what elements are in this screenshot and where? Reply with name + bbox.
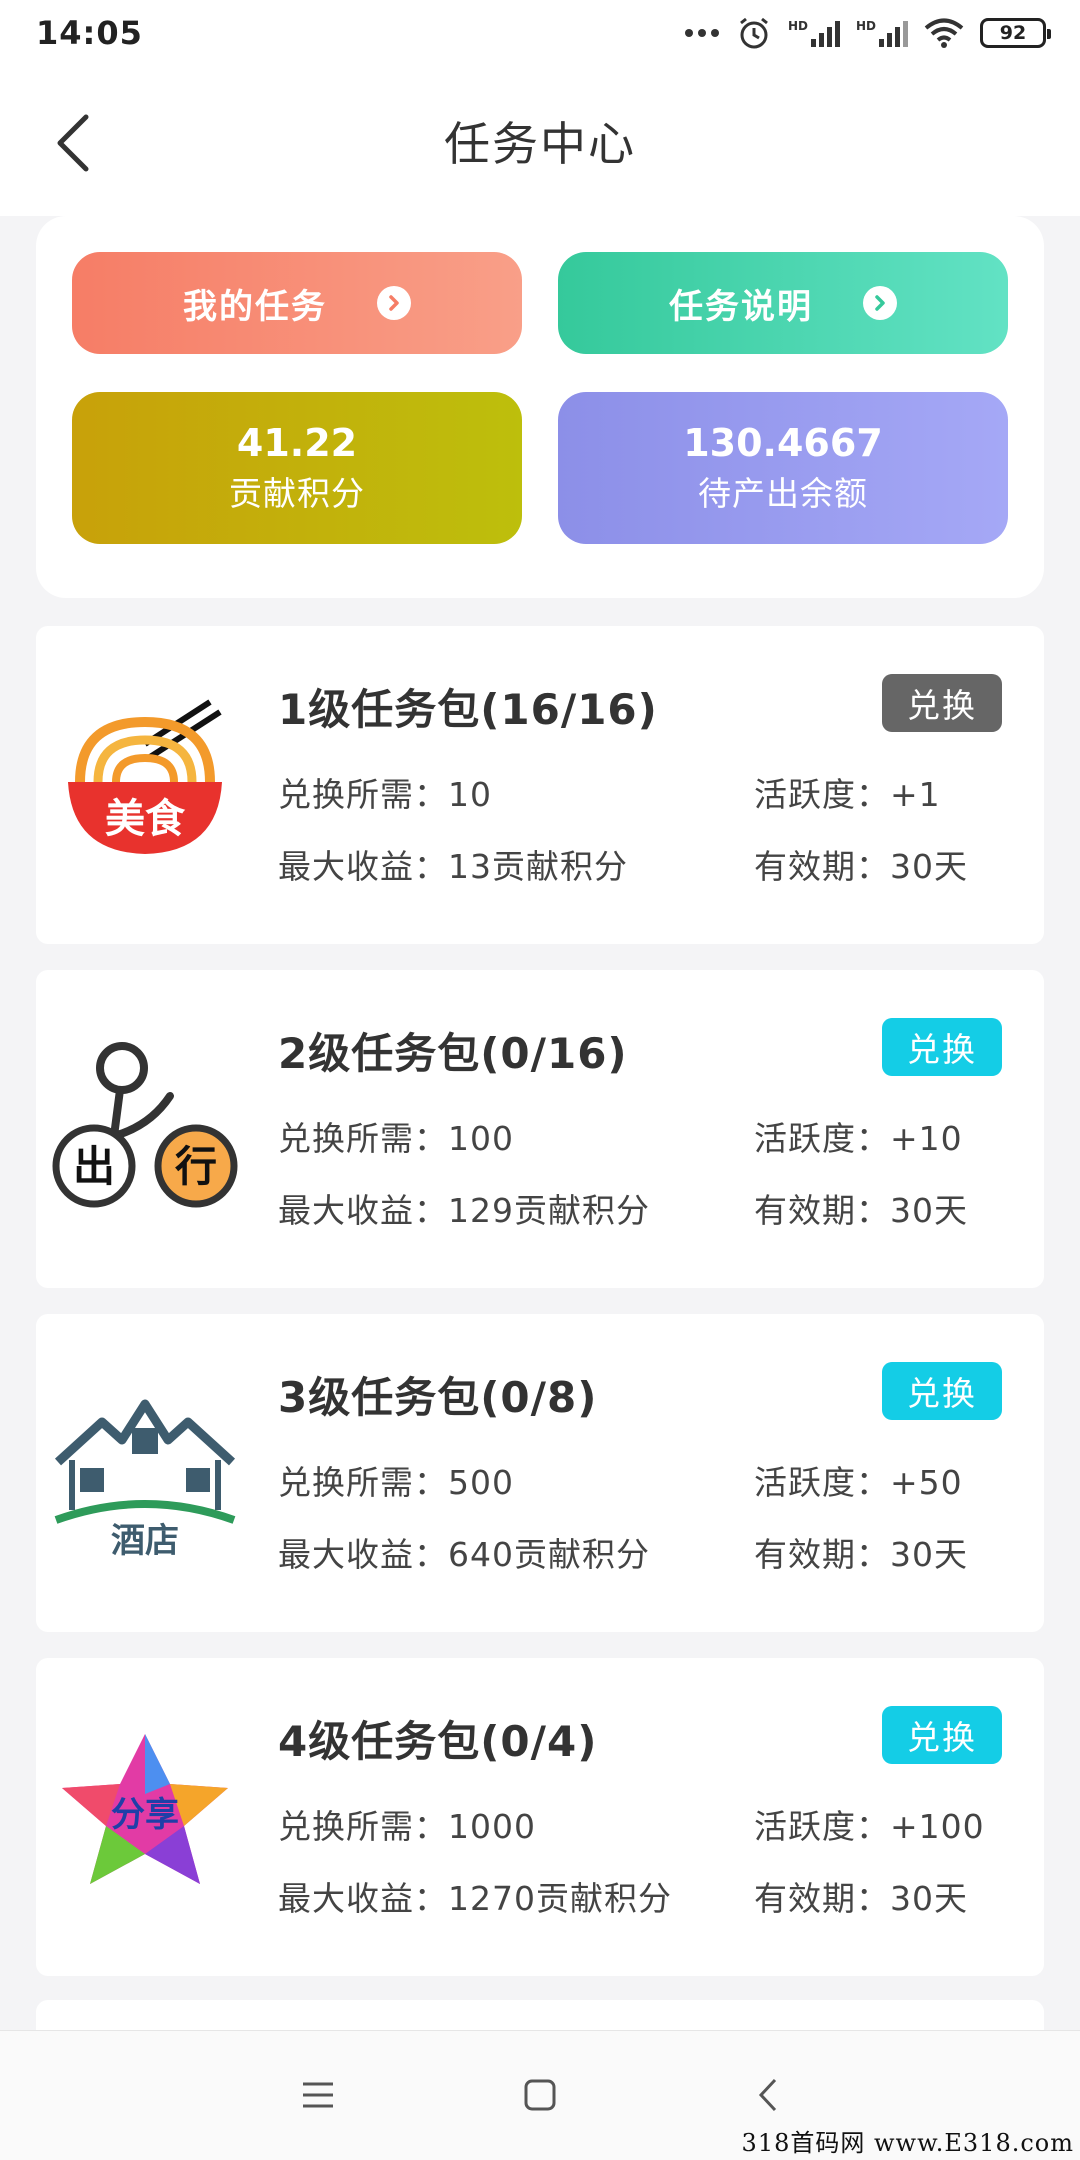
- contribution-points-card[interactable]: 41.22 贡献积分: [72, 392, 522, 544]
- alarm-icon: [740, 17, 768, 49]
- wifi-icon: [924, 18, 964, 48]
- task-explain-button[interactable]: 任务说明: [558, 252, 1008, 354]
- validity-period: 有效期：30天: [754, 1191, 968, 1230]
- validity-period: 有效期：30天: [754, 1879, 968, 1918]
- hotel-logo-text: 酒店: [111, 1521, 179, 1560]
- home-button[interactable]: [510, 2065, 570, 2125]
- task-card-level-2: 出 行 2级任务包(0/16) 兑换 兑换所需：100 活跃度：+10 最大收益…: [36, 970, 1044, 1288]
- signal-hd-icon: HD: [788, 19, 840, 47]
- system-nav-bar: 318首码网 www.E318.com: [0, 2030, 1080, 2160]
- back-button[interactable]: [44, 108, 100, 178]
- pending-balance-label: 待产出余额: [698, 474, 868, 513]
- max-income: 最大收益：1270贡献积分: [278, 1879, 672, 1918]
- signal-hd-label: HD: [787, 19, 808, 33]
- chevron-left-icon: [57, 114, 89, 172]
- task-title: 2级任务包(0/16): [278, 1029, 628, 1078]
- battery-level: 92: [999, 22, 1027, 44]
- more-dots-icon: [684, 29, 719, 37]
- task-explain-label: 任务说明: [669, 286, 813, 327]
- share-logo-text: 分享: [111, 1795, 179, 1835]
- my-tasks-button[interactable]: 我的任务: [72, 252, 522, 354]
- activity-value: 活跃度：+10: [754, 1119, 963, 1158]
- share-icon: 分享: [62, 1734, 228, 1884]
- status-icons: HD HD 92: [684, 15, 1051, 51]
- task-card-level-3: 酒店 3级任务包(0/8) 兑换 兑换所需：500 活跃度：+50 最大收益：6…: [36, 1314, 1044, 1632]
- task-title: 3级任务包(0/8): [278, 1373, 598, 1422]
- page-title: 任务中心: [444, 117, 636, 171]
- contribution-points-value: 41.22: [236, 421, 358, 465]
- hotel-icon: 酒店: [54, 1399, 236, 1560]
- travel-logo-text-1: 出: [73, 1142, 115, 1191]
- chevron-right-icon: [377, 286, 411, 320]
- menu-icon: [303, 2082, 333, 2108]
- exchange-button[interactable]: 兑换: [882, 1706, 1002, 1764]
- chevron-left-icon: [758, 2078, 777, 2112]
- exchange-cost: 兑换所需：10: [278, 775, 492, 814]
- chevron-right-icon: [863, 286, 897, 320]
- validity-period: 有效期：30天: [754, 1535, 968, 1574]
- food-logo-text: 美食: [105, 796, 186, 842]
- task-card-level-4: 分享 4级任务包(0/4) 兑换 兑换所需：1000 活跃度：+100 最大收益…: [36, 1658, 1044, 1976]
- pending-balance-card[interactable]: 130.4667 待产出余额: [558, 392, 1008, 544]
- watermark: 318首码网 www.E318.com: [741, 2129, 1074, 2157]
- activity-value: 活跃度：+100: [754, 1807, 985, 1846]
- contribution-points-label: 贡献积分: [229, 474, 365, 513]
- exchange-button[interactable]: 兑换: [882, 1362, 1002, 1420]
- pending-balance-value: 130.4667: [683, 421, 883, 465]
- nav-back-button[interactable]: [738, 2065, 798, 2125]
- home-square-icon: [524, 2079, 556, 2111]
- exchange-cost: 兑换所需：1000: [278, 1807, 536, 1846]
- exchange-cost: 兑换所需：500: [278, 1463, 514, 1502]
- signal-hd-icon-2: HD: [856, 19, 908, 47]
- food-icon: 美食: [68, 699, 222, 854]
- battery-icon: 92: [980, 18, 1051, 48]
- max-income: 最大收益：129贡献积分: [278, 1191, 650, 1230]
- activity-value: 活跃度：+1: [754, 775, 941, 814]
- task-title: 1级任务包(16/16): [278, 685, 658, 734]
- summary-card: 我的任务 任务说明 41.22 贡献积分 130.4667 待产出余额: [36, 216, 1044, 598]
- status-time: 14:05: [36, 14, 143, 52]
- exchange-button[interactable]: 兑换: [882, 1018, 1002, 1076]
- travel-icon: 出 行: [52, 1042, 238, 1208]
- signal-hd-label-2: HD: [855, 19, 876, 33]
- validity-period: 有效期：30天: [754, 847, 968, 886]
- travel-logo-text-2: 行: [175, 1142, 217, 1191]
- status-bar: 14:05 HD HD 92: [0, 0, 1080, 66]
- max-income: 最大收益：640贡献积分: [278, 1535, 650, 1574]
- my-tasks-label: 我的任务: [183, 286, 327, 327]
- task-title: 4级任务包(0/4): [278, 1717, 598, 1766]
- activity-value: 活跃度：+50: [754, 1463, 963, 1502]
- header: 任务中心: [0, 66, 1080, 216]
- menu-button[interactable]: [288, 2065, 348, 2125]
- max-income: 最大收益：13贡献积分: [278, 847, 628, 886]
- exchange-button[interactable]: 兑换: [882, 674, 1002, 732]
- task-card-level-1: 美食 1级任务包(16/16) 兑换 兑换所需：10 活跃度：+1 最大收益：1…: [36, 626, 1044, 944]
- exchange-cost: 兑换所需：100: [278, 1119, 514, 1158]
